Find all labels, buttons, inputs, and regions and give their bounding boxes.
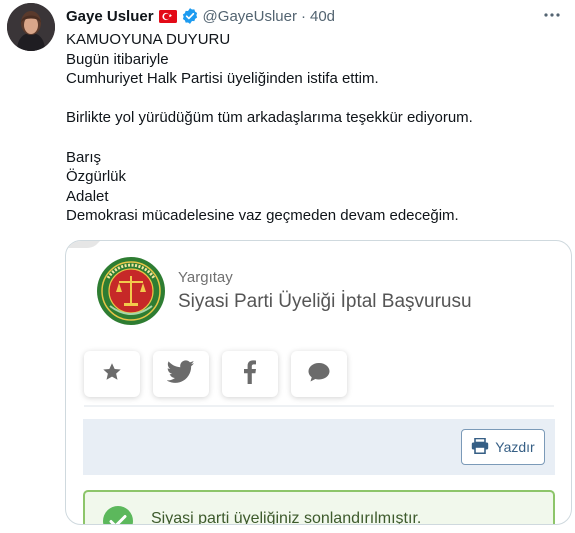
turkey-flag-icon	[158, 9, 177, 23]
star-icon	[101, 361, 123, 388]
yargitay-seal-icon	[96, 256, 166, 326]
comment-button[interactable]	[291, 351, 347, 397]
print-button-label: Yazdır	[495, 439, 535, 455]
tweet-line: Cumhuriyet Halk Partisi üyeliğinden isti…	[66, 70, 379, 88]
author-display-name[interactable]: Gaye Usluer	[66, 8, 154, 25]
tweet-text: KAMUOYUNA DUYURU Bugün itibariyle Cumhur…	[66, 30, 556, 226]
chat-bubble-icon	[307, 361, 331, 388]
verified-badge-icon	[181, 7, 199, 25]
alert-message: Siyasi parti üyeliğiniz sonlandırılmıştı…	[151, 510, 422, 525]
page-title: Siyasi Parti Üyeliği İptal Başvurusu	[178, 291, 472, 312]
tweet-timestamp[interactable]: 40d	[310, 8, 335, 25]
tweet-line: Barış	[66, 148, 102, 166]
corner-decoration	[66, 241, 100, 248]
facebook-icon	[243, 359, 257, 389]
avatar[interactable]	[7, 3, 55, 51]
favorite-button[interactable]	[84, 351, 140, 397]
divider	[84, 405, 554, 407]
tweet-line: Özgürlük	[66, 168, 127, 186]
share-twitter-button[interactable]	[153, 351, 209, 397]
tweet-header: Gaye Usluer @GayeUsluer · 40d	[66, 6, 335, 26]
success-alert: Siyasi parti üyeliğiniz sonlandırılmıştı…	[83, 490, 555, 525]
tweet-line: Birlikte yol yürüdüğüm tüm arkadaşlarıma…	[66, 109, 473, 127]
site-name: Yargıtay	[178, 269, 233, 286]
screenshot-image: Yargıtay Siyasi Parti Üyeliği İptal Başv…	[66, 241, 571, 524]
print-button[interactable]: Yazdır	[461, 429, 545, 465]
tweet-line: KAMUOYUNA DUYURU	[66, 31, 231, 48]
author-handle[interactable]: @GayeUsluer	[203, 8, 297, 25]
more-horizontal-icon[interactable]	[541, 4, 563, 26]
tweet-line: Adalet	[66, 187, 109, 205]
printer-icon	[471, 437, 489, 457]
tweet-line: Bugün itibariyle	[66, 50, 169, 68]
check-circle-icon	[103, 506, 133, 524]
tweet-media-card[interactable]: Yargıtay Siyasi Parti Üyeliği İptal Başv…	[65, 240, 572, 525]
separator-dot: ·	[300, 7, 306, 25]
share-facebook-button[interactable]	[222, 351, 278, 397]
twitter-bird-icon	[166, 359, 195, 389]
tweet-line: Demokrasi mücadelesine vaz geçmeden deva…	[66, 207, 459, 225]
